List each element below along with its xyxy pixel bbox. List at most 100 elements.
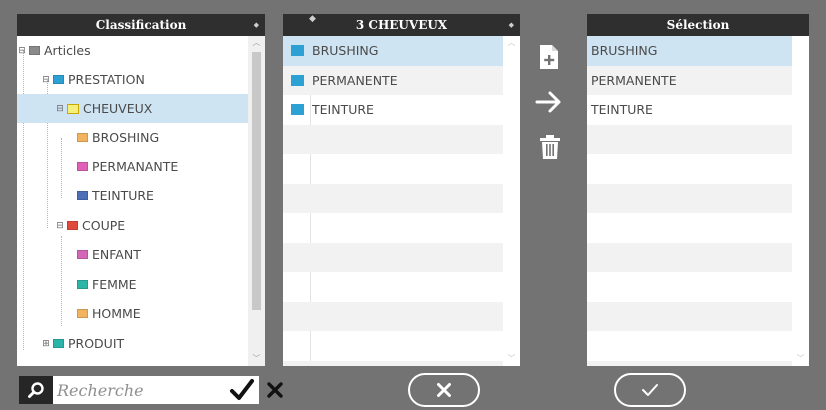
- expand-toggle-icon[interactable]: ⊞: [41, 339, 51, 349]
- scroll-up-icon[interactable]: ︿: [503, 36, 520, 50]
- empty-row: [283, 213, 503, 243]
- trash-icon[interactable]: [539, 134, 561, 160]
- category-color-icon: [67, 221, 78, 230]
- selection-item-label: BRUSHING: [591, 43, 658, 59]
- tree-node-permanante[interactable]: PERMANANTE: [17, 152, 248, 181]
- category-color-icon: [77, 191, 88, 200]
- tree-node-articles[interactable]: ⊟ Articles: [17, 36, 248, 65]
- category-color-icon: [77, 162, 88, 171]
- tree-node-label: FEMME: [92, 277, 137, 292]
- tree-node-produit[interactable]: ⊞ PRODUIT: [17, 329, 248, 358]
- selection-header: Sélection: [587, 14, 809, 36]
- selection-list: BRUSHING PERMANENTE TEINTURE: [587, 36, 792, 366]
- empty-row: [283, 124, 503, 154]
- tree-node-femme[interactable]: FEMME: [17, 270, 248, 299]
- empty-row: [587, 213, 792, 243]
- collapse-toggle-icon[interactable]: ⊟: [55, 104, 65, 114]
- classification-header[interactable]: Classification ◆: [17, 14, 265, 36]
- selection-item[interactable]: PERMANENTE: [587, 65, 792, 95]
- tree-node-prestation[interactable]: ⊟ PRESTATION: [17, 65, 248, 94]
- category-color-icon: [77, 250, 88, 259]
- tree-node-coupe[interactable]: ⊟ COUPE: [17, 211, 248, 240]
- category-color-icon: [77, 133, 88, 142]
- scroll-down-icon[interactable]: ﹀: [503, 352, 520, 366]
- search-clear-icon[interactable]: [262, 376, 288, 404]
- sort-icon[interactable]: ◆: [254, 14, 259, 36]
- category-color-icon: [77, 309, 88, 318]
- tree-node-cheuveux[interactable]: ⊟ CHEUVEUX: [17, 94, 248, 123]
- empty-row: [587, 124, 792, 154]
- classification-tree: ⊟ Articles ⊟ PRESTATION ⊟ CHEUVEUX BROSH…: [17, 36, 248, 366]
- tree-node-label: COUPE: [82, 218, 126, 233]
- category-color-icon: [77, 280, 88, 289]
- empty-row: [283, 154, 503, 184]
- tree-node-enfant[interactable]: ENFANT: [17, 240, 248, 269]
- tree-node-label: PRESTATION: [68, 72, 145, 87]
- tree-scrollbar[interactable]: ︿ ﹀: [248, 36, 265, 366]
- empty-row: [283, 360, 503, 366]
- classification-panel: Classification ◆ ⊟ Articles ⊟ PRESTATION…: [17, 14, 265, 366]
- list-item[interactable]: BRUSHING: [283, 36, 503, 66]
- selection-header-label: Sélection: [666, 18, 730, 32]
- selection-item[interactable]: BRUSHING: [587, 36, 792, 66]
- collapse-toggle-icon[interactable]: ⊟: [17, 46, 27, 56]
- tree-node-broshing[interactable]: BROSHING: [17, 123, 248, 152]
- empty-row: [587, 360, 792, 366]
- tree-node-label: TEINTURE: [92, 188, 154, 203]
- selection-item-label: TEINTURE: [591, 102, 653, 118]
- selection-item-label: PERMANENTE: [591, 72, 677, 88]
- checkmark-icon: [642, 384, 658, 396]
- tree-node-label: PRODUIT: [68, 336, 125, 351]
- scroll-down-icon[interactable]: ﹀: [792, 352, 809, 366]
- category-color-icon: [29, 46, 40, 55]
- tree-node-teinture[interactable]: TEINTURE: [17, 181, 248, 210]
- add-document-icon[interactable]: [538, 44, 560, 70]
- tree-node-homme[interactable]: HOMME: [17, 299, 248, 328]
- sort-icon[interactable]: ◆: [509, 14, 514, 36]
- tree-node-label: CHEUVEUX: [83, 101, 153, 116]
- collapse-toggle-icon[interactable]: ⊟: [41, 75, 51, 85]
- item-color-icon: [291, 104, 304, 116]
- tree-node-label: PERMANANTE: [92, 159, 179, 174]
- items-list-scrollbar[interactable]: ︿ ﹀: [503, 36, 520, 366]
- items-list-panel: ◆ 3 CHEUVEUX ◆ BRUSHING PERMANENTE TEINT…: [283, 14, 520, 366]
- tree-node-label: Articles: [44, 43, 91, 58]
- classification-header-label: Classification: [95, 18, 187, 32]
- list-item[interactable]: PERMANENTE: [283, 65, 503, 95]
- selection-panel: Sélection BRUSHING PERMANENTE TEINTURE ﹀: [587, 14, 809, 366]
- item-color-icon: [291, 45, 304, 57]
- validate-button[interactable]: [614, 373, 686, 407]
- list-item[interactable]: TEINTURE: [283, 95, 503, 125]
- selection-scrollbar[interactable]: ﹀: [792, 36, 809, 366]
- list-item-label: TEINTURE: [312, 102, 374, 118]
- items-list-header-label: 3 CHEUVEUX: [355, 18, 448, 32]
- cancel-button[interactable]: [408, 373, 480, 407]
- header-marker-icon: ◆: [309, 14, 316, 24]
- empty-row: [587, 183, 792, 213]
- empty-row: [283, 301, 503, 331]
- empty-row: [283, 183, 503, 213]
- search-box: [19, 376, 225, 404]
- search-input[interactable]: [57, 377, 223, 403]
- items-list-header[interactable]: ◆ 3 CHEUVEUX ◆: [283, 14, 520, 36]
- tree-node-label: BROSHING: [92, 130, 160, 145]
- item-color-icon: [291, 74, 304, 86]
- search-confirm-icon[interactable]: [225, 376, 259, 404]
- scrollbar-thumb[interactable]: [252, 52, 261, 310]
- tree-node-label: HOMME: [92, 306, 141, 321]
- empty-row: [283, 272, 503, 302]
- scroll-down-icon[interactable]: ﹀: [248, 352, 265, 366]
- scroll-up-icon[interactable]: ︿: [248, 36, 265, 50]
- close-icon: [437, 383, 451, 397]
- empty-row: [587, 272, 792, 302]
- folder-icon: [67, 103, 79, 114]
- collapse-toggle-icon[interactable]: ⊟: [55, 221, 65, 231]
- selection-item[interactable]: TEINTURE: [587, 95, 792, 125]
- empty-row: [587, 242, 792, 272]
- items-list: BRUSHING PERMANENTE TEINTURE: [283, 36, 503, 366]
- arrow-right-icon[interactable]: [533, 88, 565, 116]
- list-item-label: PERMANENTE: [312, 72, 398, 88]
- search-icon[interactable]: [19, 376, 53, 404]
- category-color-icon: [53, 75, 64, 84]
- empty-row: [283, 242, 503, 272]
